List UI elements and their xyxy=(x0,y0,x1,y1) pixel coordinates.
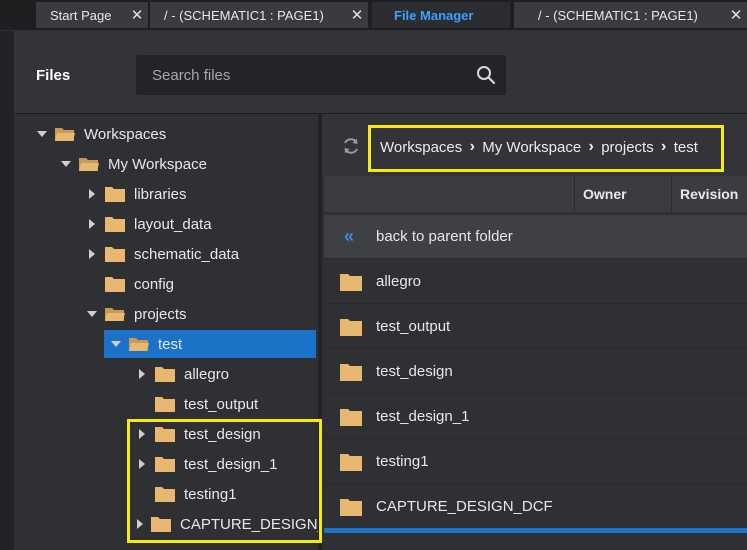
double-chevron-left-icon: « xyxy=(344,226,355,246)
file-row[interactable]: allegro xyxy=(324,260,747,304)
folder-icon xyxy=(54,125,76,143)
tab-start-page[interactable]: Start Page ✕ xyxy=(36,2,148,28)
tree-node-label: projects xyxy=(134,305,187,323)
panel-border xyxy=(0,31,14,550)
folder-icon xyxy=(78,155,100,173)
column-name[interactable] xyxy=(324,176,574,212)
folder-icon xyxy=(339,272,363,292)
folder-icon xyxy=(104,245,126,263)
folder-icon xyxy=(104,185,126,203)
file-row[interactable]: test_output xyxy=(324,305,747,349)
file-row[interactable]: testing1 xyxy=(324,440,747,484)
expand-right-icon[interactable] xyxy=(84,246,100,262)
expand-down-icon[interactable] xyxy=(58,156,74,172)
close-icon[interactable]: ✕ xyxy=(126,6,148,24)
back-to-parent-label: back to parent folder xyxy=(376,228,513,245)
tree-node[interactable]: config xyxy=(84,270,174,298)
folder-icon xyxy=(104,275,126,293)
tree-node-label: config xyxy=(134,275,175,293)
file-row[interactable]: CAPTURE_DESIGN_DCF xyxy=(324,485,747,529)
tree-node[interactable]: libraries xyxy=(84,180,187,208)
folder-icon xyxy=(339,317,363,337)
expand-down-icon[interactable] xyxy=(84,306,100,322)
tree-node-label: allegro xyxy=(184,365,230,383)
refresh-icon[interactable] xyxy=(341,136,361,156)
column-header: Owner Revision xyxy=(324,176,747,212)
column-owner[interactable]: Owner xyxy=(574,176,671,212)
highlight-box-tree xyxy=(127,419,322,543)
highlight-box-breadcrumb xyxy=(368,125,724,172)
file-row[interactable]: test_design_1 xyxy=(324,395,747,439)
tree-node-label: My Workspace xyxy=(108,155,207,173)
selection-bar xyxy=(324,528,747,533)
folder-icon xyxy=(128,335,150,353)
tree-node[interactable]: Workspaces xyxy=(34,120,166,148)
tree-node[interactable]: My Workspace xyxy=(58,150,207,178)
back-to-parent-row[interactable]: « back to parent folder xyxy=(324,215,747,259)
close-icon[interactable]: ✕ xyxy=(346,6,368,24)
search-input[interactable] xyxy=(136,55,466,95)
file-row-label: CAPTURE_DESIGN_DCF xyxy=(376,498,553,515)
expand-right-icon[interactable] xyxy=(134,366,150,382)
folder-icon xyxy=(104,215,126,233)
page-title: Files xyxy=(36,67,71,84)
search-icon[interactable] xyxy=(476,65,496,85)
tab-bar: Start Page ✕ / - (SCHEMATIC1 : PAGE1) ✕ … xyxy=(0,0,747,30)
expand-down-icon[interactable] xyxy=(34,126,50,142)
tree-node[interactable]: schematic_data xyxy=(84,240,239,268)
tab-schematic-page1-2[interactable]: / - (SCHEMATIC1 : PAGE1) ✕ xyxy=(514,2,747,28)
folder-icon xyxy=(339,407,363,427)
expand-down-icon[interactable] xyxy=(108,336,124,352)
tab-label: / - (SCHEMATIC1 : PAGE1) xyxy=(164,7,324,23)
folder-icon xyxy=(104,305,126,323)
tree-node[interactable]: test xyxy=(104,330,316,358)
tree-node[interactable]: projects xyxy=(84,300,187,328)
column-revision[interactable]: Revision xyxy=(671,176,747,212)
tree-node-label: Workspaces xyxy=(84,125,167,143)
folder-icon xyxy=(154,395,176,413)
folder-icon xyxy=(339,362,363,382)
tree-node-label: libraries xyxy=(134,185,187,203)
tab-label: File Manager xyxy=(394,7,474,23)
file-row-label: test_design xyxy=(376,363,453,380)
file-row[interactable]: test_design xyxy=(324,350,747,394)
tree-node-label: test xyxy=(158,335,183,353)
tree-node-label: layout_data xyxy=(134,215,212,233)
tab-schematic-page1[interactable]: / - (SCHEMATIC1 : PAGE1) ✕ xyxy=(150,2,368,28)
file-row-label: allegro xyxy=(376,273,422,290)
tab-label: / - (SCHEMATIC1 : PAGE1) xyxy=(538,7,698,23)
tree-node[interactable]: test_output xyxy=(134,390,258,418)
tab-label: Start Page xyxy=(50,7,112,23)
folder-icon xyxy=(339,497,363,517)
tree-node-label: schematic_data xyxy=(134,245,240,263)
expand-right-icon[interactable] xyxy=(84,186,100,202)
close-icon[interactable]: ✕ xyxy=(725,6,747,24)
tree-node[interactable]: layout_data xyxy=(84,210,212,238)
folder-icon xyxy=(154,365,176,383)
search-box[interactable] xyxy=(136,55,506,95)
tree-node-label: test_output xyxy=(184,395,259,413)
file-row-label: test_design_1 xyxy=(376,408,470,425)
file-row-label: testing1 xyxy=(376,453,429,470)
tab-file-manager[interactable]: File Manager ✕ xyxy=(372,2,510,28)
folder-icon xyxy=(339,452,363,472)
file-row-label: test_output xyxy=(376,318,451,335)
tree-node[interactable]: allegro xyxy=(134,360,229,388)
expand-right-icon[interactable] xyxy=(84,216,100,232)
